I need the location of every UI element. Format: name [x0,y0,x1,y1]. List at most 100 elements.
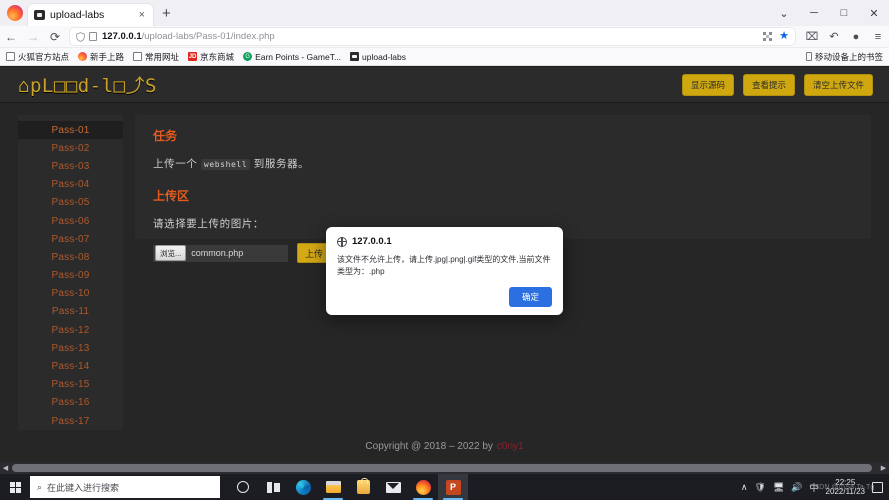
view-hint-button[interactable]: 查看提示 [743,74,795,96]
mail-icon [386,482,401,493]
new-tab-button[interactable]: + [162,6,171,21]
clock[interactable]: 22:25 2022/11/23 CSDN @小Sa·Ta·Tg [826,478,865,496]
gametime-icon: G [243,52,252,61]
firefox-icon [78,52,87,61]
maximize-button[interactable]: □ [829,0,859,26]
tab-favicon-icon [34,10,45,20]
toolbar-actions: ⌧ ↶ ● ≡ [801,30,889,43]
screenshot-watermark: CSDN @小Sa·Ta·Tg [810,484,875,492]
upload-section-title: 上传区 [153,187,853,204]
scroll-left-arrow-icon[interactable]: ◀ [0,464,11,472]
taskbar-item-mail[interactable] [378,474,408,500]
bookmark-item[interactable]: JD 京东商城 [188,51,234,63]
taskbar-item-firefox[interactable] [408,474,438,500]
start-button[interactable] [0,474,30,500]
account-icon[interactable]: ● [845,31,867,43]
bookmark-item[interactable]: 火狐官方站点 [6,51,69,63]
bookmark-star-icon[interactable]: ★ [779,31,789,42]
sidebar-item-pass-07[interactable]: Pass-07 [18,230,123,248]
tab-title: upload-labs [50,9,132,21]
cortana-icon [237,481,249,493]
network-icon[interactable]: 🖥 [773,482,784,493]
taskbar-items: P [228,474,468,500]
site-logo[interactable]: ⌂pL□□d-l□⤴S [18,71,157,98]
browse-button[interactable]: 浏览... [155,245,186,261]
jd-icon: JD [188,52,197,61]
security-shield-icon[interactable]: 🛡 [754,482,765,493]
task-section-title: 任务 [153,127,853,144]
sidebar-item-pass-03[interactable]: Pass-03 [18,157,123,175]
show-source-button[interactable]: 显示源码 [682,74,734,96]
file-input[interactable]: 浏览... common.php [153,245,288,262]
mobile-bookmarks-item[interactable]: 移动设备上的书签 [806,51,883,63]
sidebar-item-pass-09[interactable]: Pass-09 [18,267,123,285]
address-bar[interactable]: 127.0.0.1/upload-labs/Pass-01/index.php … [70,28,795,45]
bookmark-label: Earn Points - GameT... [255,52,341,62]
sidebar-item-pass-06[interactable]: Pass-06 [18,212,123,230]
sidebar-item-pass-14[interactable]: Pass-14 [18,357,123,375]
bookmark-item[interactable]: 新手上路 [78,51,124,63]
url-host: 127.0.0.1 [102,31,142,42]
site-footer: Copyright @ 2018 – 2022 by c0ny1 [0,430,889,462]
bookmark-item[interactable]: 常用网址 [133,51,179,63]
bookmark-item[interactable]: upload-labs [350,52,406,62]
pass-sidebar: Pass-01 Pass-02 Pass-03 Pass-04 Pass-05 … [18,115,123,433]
microsoft-store-icon [357,480,370,494]
close-tab-icon[interactable]: × [137,10,147,21]
taskbar-search-input[interactable]: ⌕ 在此键入进行搜索 [30,476,220,498]
address-bar-actions: ★ [763,31,789,42]
powerpoint-icon: P [446,480,461,495]
sidebar-item-pass-15[interactable]: Pass-15 [18,376,123,394]
sidebar-item-pass-12[interactable]: Pass-12 [18,321,123,339]
task-view-icon [267,482,280,493]
main-content-panel: 任务 上传一个 webshell 到服务器。 上传区 请选择要上传的图片： 浏览… [135,115,871,239]
scrollbar-track[interactable] [11,462,878,474]
scrollbar-thumb[interactable] [12,464,872,472]
taskbar-item-cortana[interactable] [228,474,258,500]
screenshot-icon[interactable]: ⌧ [801,30,823,43]
history-icon[interactable]: ↶ [823,30,845,43]
sidebar-item-pass-17[interactable]: Pass-17 [18,412,123,430]
clear-uploads-button[interactable]: 清空上传文件 [804,74,873,96]
dialog-header: 127.0.0.1 [337,236,552,247]
taskbar-item-edge[interactable] [288,474,318,500]
mobile-bookmarks-label: 移动设备上的书签 [815,51,883,63]
dialog-ok-button[interactable]: 确定 [509,287,552,307]
sidebar-item-pass-02[interactable]: Pass-02 [18,139,123,157]
minimize-button[interactable]: ─ [799,0,829,26]
sidebar-item-pass-10[interactable]: Pass-10 [18,285,123,303]
sidebar-item-pass-01[interactable]: Pass-01 [18,121,123,139]
sidebar-item-pass-05[interactable]: Pass-05 [18,194,123,212]
taskbar-item-task-view[interactable] [258,474,288,500]
bookmark-item[interactable]: G Earn Points - GameT... [243,52,341,62]
show-hidden-icons-chevron-icon[interactable]: ∧ [741,482,748,493]
sidebar-item-pass-13[interactable]: Pass-13 [18,339,123,357]
page-info-icon [89,32,97,41]
scroll-right-arrow-icon[interactable]: ▶ [878,464,889,472]
volume-icon[interactable]: 🔊 [791,482,802,493]
sidebar-item-pass-16[interactable]: Pass-16 [18,394,123,412]
author-link[interactable]: c0ny1 [497,441,524,452]
qr-code-icon[interactable] [763,32,772,41]
reload-button[interactable]: ⟳ [44,30,66,44]
menu-icon[interactable]: ≡ [867,31,889,43]
bookmark-label: upload-labs [362,52,406,62]
taskbar-item-microsoft-store[interactable] [348,474,378,500]
back-button[interactable]: ← [0,30,22,44]
sidebar-item-pass-11[interactable]: Pass-11 [18,303,123,321]
dialog-message: 该文件不允许上传，请上传.jpg|.png|.gif类型的文件,当前文件类型为：… [337,254,552,279]
globe-icon [337,237,347,247]
phone-icon [806,52,812,61]
file-explorer-icon [326,481,341,493]
horizontal-scrollbar[interactable]: ◀ ▶ [0,462,889,474]
taskbar-item-file-explorer[interactable] [318,474,348,500]
list-all-tabs-button[interactable]: ⌄ [769,0,799,26]
taskbar-item-powerpoint[interactable]: P [438,474,468,500]
sidebar-item-pass-04[interactable]: Pass-04 [18,176,123,194]
browser-tab[interactable]: upload-labs × [28,4,153,26]
firefox-icon [416,480,431,495]
close-window-button[interactable]: ✕ [859,0,889,26]
forward-button[interactable]: → [22,30,44,44]
folder-icon [6,52,15,61]
sidebar-item-pass-08[interactable]: Pass-08 [18,248,123,266]
